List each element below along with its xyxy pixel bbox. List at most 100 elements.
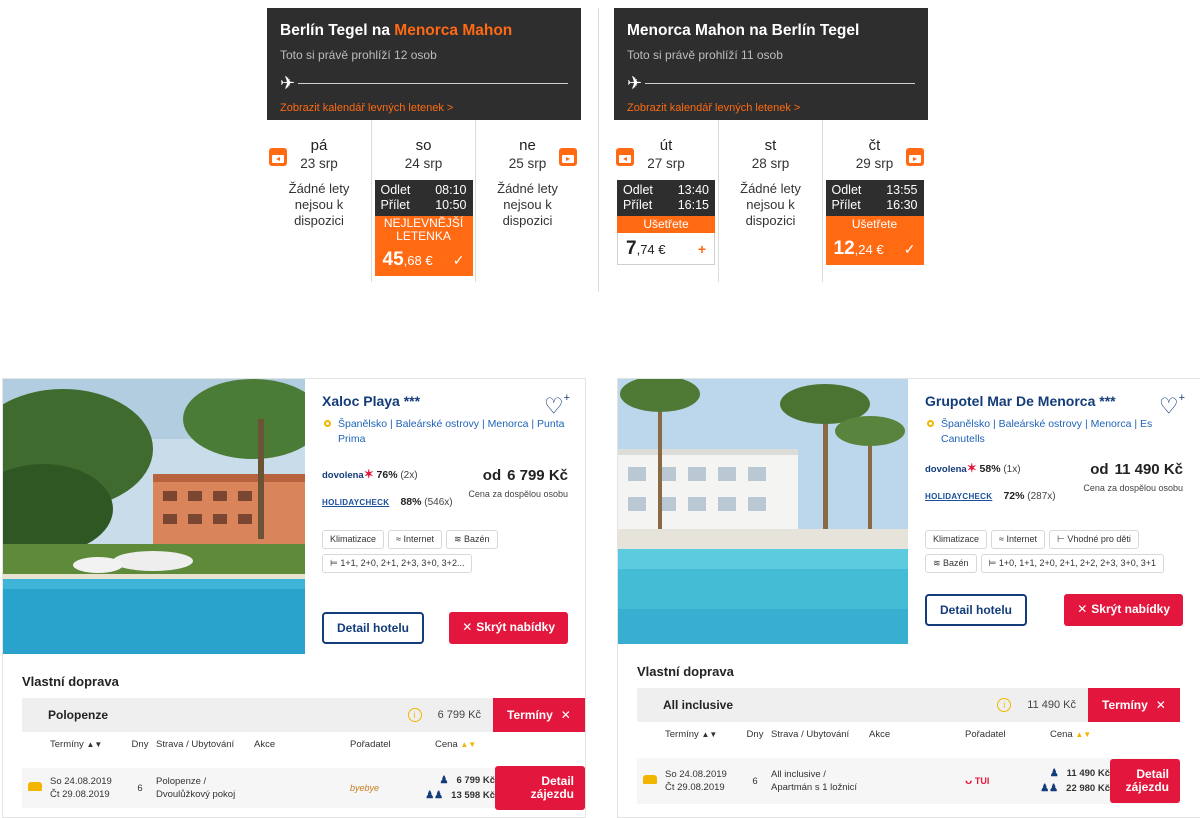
- transport-heading: Vlastní doprava: [637, 664, 734, 679]
- holidaycheck-rating: HOLIDAYCHECK 88% (546x): [322, 496, 453, 508]
- sort-icon: ▲▼: [86, 740, 103, 749]
- hotel-price: od 11 490 Kč Cena za dospělou osobu: [1083, 461, 1183, 493]
- hotel-photo[interactable]: [618, 379, 908, 644]
- board-row[interactable]: All inclusive i 11 490 Kč Termíny ✕: [637, 688, 1180, 722]
- holidaycheck-logo: HOLIDAYCHECK: [322, 498, 390, 507]
- amenity-tag: Klimatizace: [322, 530, 385, 549]
- terms-button[interactable]: Termíny ✕: [493, 698, 585, 732]
- hotel-location[interactable]: Španělsko | Baleárské ostrovy | Menorca …: [925, 417, 1183, 447]
- calendar-link[interactable]: Zobrazit kalendář levných letenek >: [627, 102, 915, 114]
- plus-icon: +: [697, 240, 706, 257]
- location-pin-icon: [927, 420, 934, 427]
- hide-offers-button[interactable]: ✕ Skrýt nabídky: [1064, 594, 1183, 626]
- hotel-location[interactable]: Španělsko | Baleárské ostrovy | Menorca …: [322, 417, 568, 447]
- day-column[interactable]: ne 25 srp Žádné lety nejsou k dispozici: [475, 120, 579, 282]
- holidaycheck-rating: HOLIDAYCHECK 72% (287x): [925, 490, 1056, 502]
- transport-heading: Vlastní doprava: [22, 674, 119, 689]
- amenity-tag: ≋ Bazén: [925, 554, 977, 573]
- flight-price[interactable]: 12,24 € ✓: [825, 233, 924, 265]
- outbound-flight-panel: Berlín Tegel na Menorca Mahon Toto si pr…: [267, 8, 581, 282]
- hotel-name[interactable]: Xaloc Playa ***: [322, 393, 568, 409]
- dovolena-logo: dovolena✶: [925, 461, 977, 475]
- flight-route-line: ✈: [627, 74, 915, 92]
- sort-icon: ▲▼: [460, 740, 477, 749]
- pool-icon: ≋: [933, 558, 944, 568]
- amenity-tag: ⊢ Vhodné pro děti: [1049, 530, 1139, 549]
- day-column[interactable]: so 24 srp Odlet 08:10 Přílet 10:50 NEJLEVN…: [371, 120, 475, 282]
- table-header: Termíny ▲▼ Dny Strava / Ubytování Akce P…: [50, 739, 477, 750]
- calendar-link[interactable]: Zobrazit kalendář levných letenek >: [280, 102, 568, 114]
- car-icon: [643, 775, 657, 784]
- car-icon: [28, 782, 42, 791]
- hotel-detail-button[interactable]: Detail hotelu: [925, 594, 1028, 626]
- dovolena-rating: dovolena✶ 76% (2x): [322, 467, 418, 481]
- one-person-icon: ♟: [439, 775, 449, 786]
- day-column[interactable]: st 28 srp Žádné lety nejsou k dispozici: [718, 120, 822, 282]
- favorite-heart-icon[interactable]: ♡+: [1159, 391, 1185, 417]
- viewers-count: Toto si právě prohlíží 12 osob: [280, 48, 437, 62]
- hotel-detail-button[interactable]: Detail hotelu: [322, 612, 425, 644]
- trip-detail-button[interactable]: Detail zájezdu: [1110, 759, 1180, 803]
- previous-dates-calendar-icon[interactable]: [616, 148, 634, 166]
- next-dates-calendar-icon[interactable]: [906, 148, 924, 166]
- cheapest-ticket-banner: NEJLEVNĚJŠÍ LETENKA: [374, 216, 473, 244]
- flight-route-line: ✈: [280, 73, 568, 93]
- table-row: So 24.08.2019 Čt 29.08.2019 6 Polopenze /…: [22, 766, 585, 810]
- previous-dates-calendar-icon[interactable]: [269, 148, 287, 166]
- room-config-tag: ⊨ 1+1, 2+0, 2+1, 2+3, 3+0, 3+2...: [322, 554, 473, 573]
- person-prices: ♟ 6 799 Kč ♟♟ 13 598 Kč: [425, 775, 495, 801]
- flight-panels-divider: [598, 8, 599, 292]
- sort-icon: ▲▼: [701, 730, 718, 739]
- day-column[interactable]: pá 23 srp Žádné lety nejsou k dispozici: [267, 120, 371, 282]
- hotel-card: Grupotel Mar De Menorca *** ♡+ Španělsko…: [617, 378, 1200, 818]
- provider-logo: byebye: [350, 782, 380, 793]
- flight-option[interactable]: Odlet 08:10 Přílet 10:50 NEJLEVNĚJŠÍ LETEN…: [374, 180, 473, 276]
- flight-option[interactable]: Odlet 13:40 Přílet 16:15 Ušetřete 7,74 € +: [617, 180, 715, 265]
- flight-option[interactable]: Odlet 13:55 Přílet 16:30 Ušetřete 12,24 € …: [825, 180, 924, 265]
- hotel-card: Xaloc Playa *** ♡+ Španělsko | Baleárské…: [2, 378, 586, 818]
- check-icon: ✓: [903, 240, 916, 257]
- amenity-tag: ≋ Bazén: [446, 530, 498, 549]
- amenity-tag: ≈ Internet: [388, 530, 442, 549]
- trip-detail-button[interactable]: Detail zájezdu: [495, 766, 585, 810]
- child-icon: ⊢: [1057, 534, 1068, 544]
- flight-header: Menorca Mahon na Berlín Tegel Toto si pr…: [614, 8, 928, 120]
- holidaycheck-logo: HOLIDAYCHECK: [925, 492, 993, 501]
- hotel-photo-image: [3, 379, 305, 654]
- flight-times: Odlet 13:55 Přílet 16:30: [825, 180, 924, 216]
- no-flights-text: Žádné lety nejsou k dispozici: [740, 181, 801, 228]
- info-icon[interactable]: i: [407, 708, 422, 722]
- info-icon[interactable]: i: [997, 698, 1012, 712]
- next-dates-calendar-icon[interactable]: [559, 148, 577, 166]
- check-icon: ✓: [452, 251, 465, 268]
- provider-logo: ᴗ TUI: [965, 773, 990, 787]
- one-person-icon: ♟: [1049, 768, 1059, 779]
- hotel-price: od 6 799 Kč Cena za dospělou osobu: [468, 467, 568, 499]
- close-icon: ✕: [1155, 698, 1166, 712]
- savings-banner: Ušetřete: [825, 216, 924, 233]
- location-pin-icon: [324, 420, 331, 427]
- favorite-heart-icon[interactable]: ♡+: [544, 391, 570, 417]
- two-persons-icon: ♟♟: [425, 790, 444, 801]
- flight-price[interactable]: 7,74 € +: [617, 233, 715, 265]
- day-column[interactable]: út 27 srp Odlet 13:40 Přílet 16:15 Ušetřet…: [614, 120, 718, 282]
- flight-times: Odlet 13:40 Přílet 16:15: [617, 180, 715, 216]
- hotel-photo-image: [618, 379, 908, 644]
- flight-price[interactable]: 45,68 € ✓: [374, 244, 473, 276]
- airplane-icon: ✈: [280, 73, 296, 93]
- no-flights-text: Žádné lety nejsou k dispozici: [497, 181, 558, 228]
- board-row[interactable]: Polopenze i 6 799 Kč Termíny ✕: [22, 698, 585, 732]
- dovolena-rating: dovolena✶ 58% (1x): [925, 461, 1021, 475]
- day-selector: út 27 srp Odlet 13:40 Přílet 16:15 Ušetřet…: [614, 120, 928, 282]
- terms-button[interactable]: Termíny ✕: [1088, 688, 1180, 722]
- hotel-name[interactable]: Grupotel Mar De Menorca ***: [925, 393, 1183, 409]
- bed-icon: ⊨: [988, 558, 999, 568]
- savings-banner: Ušetřete: [617, 216, 715, 233]
- hide-offers-button[interactable]: ✕ Skrýt nabídky: [449, 612, 568, 644]
- day-column[interactable]: čt 29 srp Odlet 13:55 Přílet 16:30 Ušetřet…: [822, 120, 926, 282]
- hotel-photo[interactable]: [3, 379, 305, 654]
- viewers-count: Toto si právě prohlíží 11 osob: [627, 48, 783, 62]
- flight-header: Berlín Tegel na Menorca Mahon Toto si pr…: [267, 8, 581, 120]
- amenity-tags: Klimatizace ≈ Internet ≋ Bazén ⊨ 1+1, 2+…: [322, 530, 568, 578]
- flight-title: Berlín Tegel na Menorca Mahon: [280, 22, 513, 39]
